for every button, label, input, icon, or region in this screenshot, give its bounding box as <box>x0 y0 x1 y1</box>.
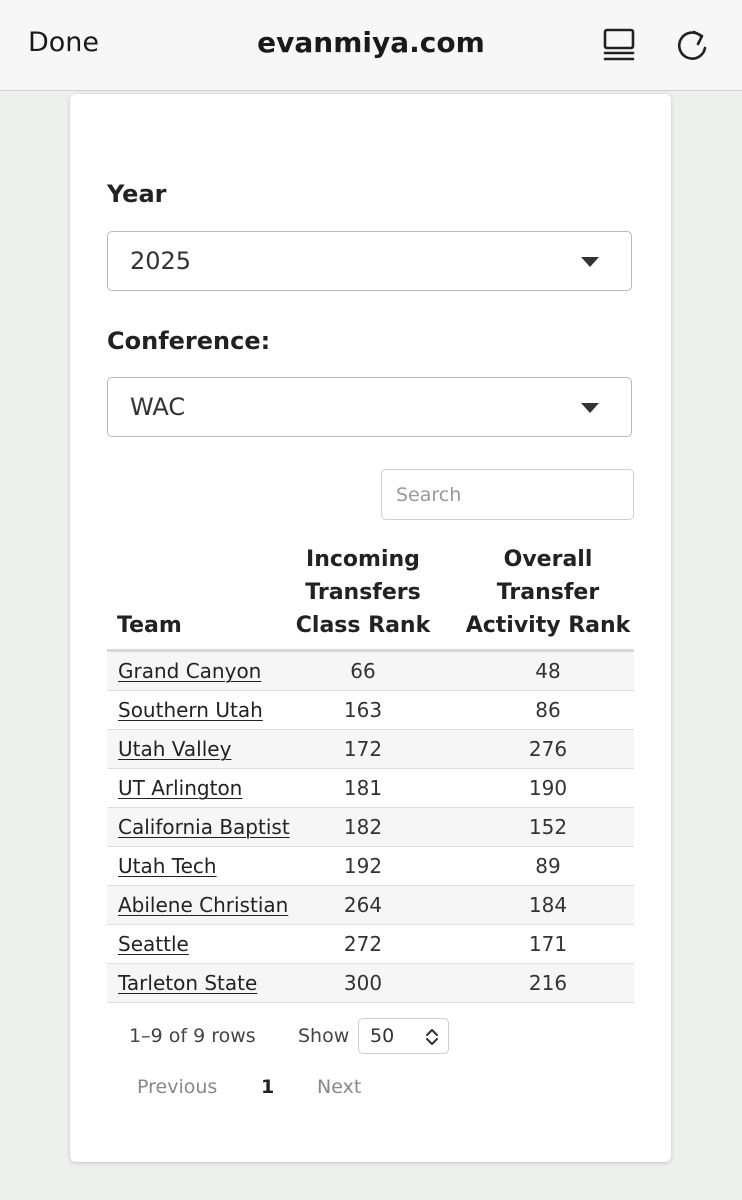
table-row: Utah Valley 172 276 <box>107 730 634 769</box>
table-row: UT Arlington 181 190 <box>107 769 634 808</box>
table-row: Grand Canyon 66 48 <box>107 652 634 691</box>
overall-rank-cell: 276 <box>528 737 568 761</box>
team-link[interactable]: Seattle <box>118 932 189 956</box>
conference-select[interactable]: WAC <box>107 377 632 437</box>
team-link[interactable]: Abilene Christian <box>118 893 288 917</box>
table-row: Seattle 272 171 <box>107 925 634 964</box>
column-header-line: Transfers <box>305 580 421 605</box>
page-size-value: 50 <box>370 1025 395 1047</box>
search-input[interactable] <box>381 469 634 520</box>
table-body: Grand Canyon 66 48 Southern Utah 163 86 … <box>107 652 634 1003</box>
reader-icon[interactable] <box>602 28 636 64</box>
reload-icon[interactable] <box>674 26 710 64</box>
column-header-team[interactable]: Team <box>117 609 182 642</box>
incoming-rank-cell: 66 <box>350 659 376 683</box>
table-row: California Baptist 182 152 <box>107 808 634 847</box>
overall-rank-cell: 89 <box>535 854 561 878</box>
content-card: Year 2025 Conference: WAC Team Incoming … <box>70 94 671 1162</box>
team-link[interactable]: Utah Tech <box>118 854 217 878</box>
chevron-up-down-icon <box>426 1029 438 1045</box>
incoming-rank-cell: 272 <box>343 932 383 956</box>
table-row: Southern Utah 163 86 <box>107 691 634 730</box>
column-header-line: Activity Rank <box>465 613 631 638</box>
team-link[interactable]: UT Arlington <box>118 776 242 800</box>
column-header-line: Overall <box>503 547 593 572</box>
overall-rank-cell: 86 <box>535 698 561 722</box>
team-link[interactable]: Tarleton State <box>118 971 257 995</box>
chevron-down-icon <box>581 257 599 267</box>
overall-rank-cell: 190 <box>528 776 568 800</box>
year-select[interactable]: 2025 <box>107 231 632 291</box>
team-link[interactable]: California Baptist <box>118 815 290 839</box>
column-header-incoming-rank[interactable]: Incoming Transfers Class Rank <box>288 543 438 642</box>
overall-rank-cell: 184 <box>528 893 568 917</box>
conference-label: Conference: <box>107 327 271 355</box>
column-header-line: Class Rank <box>295 613 431 638</box>
incoming-rank-cell: 264 <box>343 893 383 917</box>
overall-rank-cell: 152 <box>528 815 568 839</box>
overall-rank-cell: 171 <box>528 932 568 956</box>
incoming-rank-cell: 172 <box>343 737 383 761</box>
year-select-value: 2025 <box>130 247 192 275</box>
team-link[interactable]: Grand Canyon <box>118 659 261 683</box>
browser-toolbar: Done evanmiya.com <box>0 0 742 91</box>
incoming-rank-cell: 181 <box>343 776 383 800</box>
row-count-info: 1–9 of 9 rows <box>129 1025 256 1047</box>
chevron-down-icon <box>581 403 599 413</box>
incoming-rank-cell: 163 <box>343 698 383 722</box>
column-header-overall-rank[interactable]: Overall Transfer Activity Rank <box>459 543 637 642</box>
table-row: Utah Tech 192 89 <box>107 847 634 886</box>
overall-rank-cell: 48 <box>535 659 561 683</box>
column-header-line: Incoming <box>306 547 420 572</box>
year-label: Year <box>107 180 167 208</box>
overall-rank-cell: 216 <box>528 971 568 995</box>
incoming-rank-cell: 182 <box>343 815 383 839</box>
team-link[interactable]: Utah Valley <box>118 737 231 761</box>
next-page-button[interactable]: Next <box>317 1076 361 1098</box>
table-row: Tarleton State 300 216 <box>107 964 634 1003</box>
team-link[interactable]: Southern Utah <box>118 698 263 722</box>
column-header-line: Transfer <box>496 580 600 605</box>
page-size-select[interactable]: 50 <box>358 1018 449 1054</box>
page-1-button[interactable]: 1 <box>261 1076 274 1098</box>
incoming-rank-cell: 300 <box>343 971 383 995</box>
previous-page-button[interactable]: Previous <box>137 1076 217 1098</box>
page-size-label: Show <box>298 1025 350 1047</box>
table-row: Abilene Christian 264 184 <box>107 886 634 925</box>
conference-select-value: WAC <box>130 393 186 421</box>
incoming-rank-cell: 192 <box>343 854 383 878</box>
